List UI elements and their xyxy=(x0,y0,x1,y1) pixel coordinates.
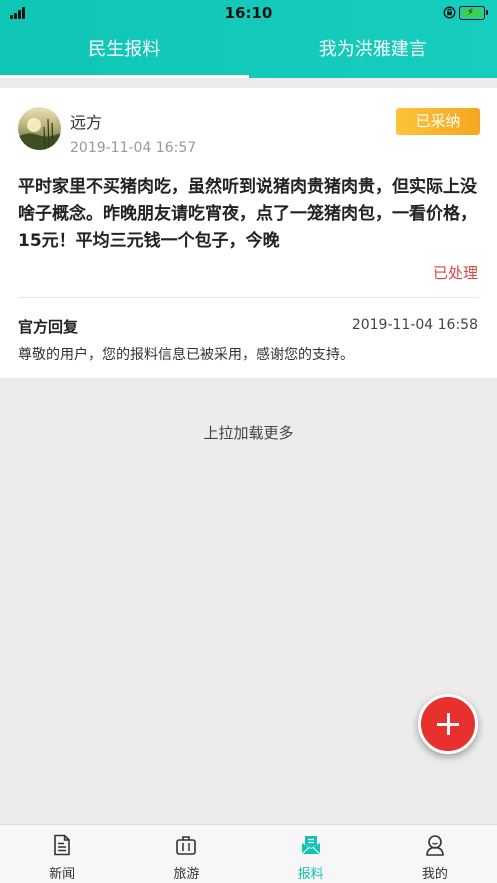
nav-label: 旅游 xyxy=(173,867,200,882)
post-timestamp: 2019-11-04 16:57 xyxy=(70,140,197,156)
reply-timestamp: 2019-11-04 16:58 xyxy=(351,317,478,333)
add-report-button[interactable] xyxy=(418,694,478,754)
nav-item-profile[interactable]: 我的 xyxy=(373,825,497,883)
nav-label: 报料 xyxy=(297,867,324,882)
header-bar: 16:10 ⚡ 民生报料 我为洪雅建言 xyxy=(0,0,497,78)
report-icon xyxy=(301,836,320,855)
battery-icon: ⚡ xyxy=(459,6,488,20)
post-content[interactable]: 平时家里不买猪肉吃，虽然听到说猪肉贵猪肉贵，但实际上没啥子概念。昨晚朋友请吃宵夜… xyxy=(18,174,480,255)
nav-label: 我的 xyxy=(421,867,448,882)
news-icon xyxy=(54,834,70,856)
tab-suggestion[interactable]: 我为洪雅建言 xyxy=(249,28,497,78)
status-bar: 16:10 ⚡ xyxy=(0,0,497,26)
report-card[interactable]: 远方 2019-11-04 16:57 已采纳 平时家里不买猪肉吃，虽然听到说猪… xyxy=(0,88,497,378)
status-time: 16:10 xyxy=(224,4,273,22)
nav-item-news[interactable]: 新闻 xyxy=(0,825,124,883)
suitcase-icon xyxy=(176,836,197,855)
nav-item-report[interactable]: 报料 xyxy=(249,825,373,883)
rotation-lock-icon xyxy=(443,6,456,19)
reply-text: 尊敬的用户，您的报料信息已被采用，感谢您的支持。 xyxy=(18,347,354,363)
reply-title: 官方回复 xyxy=(18,318,79,336)
status-badge: 已采纳 xyxy=(396,108,480,135)
processed-status: 已处理 xyxy=(432,264,478,282)
load-more-hint: 上拉加载更多 xyxy=(203,424,294,442)
profile-icon xyxy=(426,835,444,856)
tab-bar: 民生报料 我为洪雅建言 xyxy=(0,28,497,78)
nav-label: 新闻 xyxy=(49,867,76,882)
nav-item-travel[interactable]: 旅游 xyxy=(124,825,248,883)
user-name: 远方 xyxy=(70,113,103,132)
divider xyxy=(18,297,479,298)
avatar[interactable] xyxy=(18,107,61,150)
tab-report[interactable]: 民生报料 xyxy=(0,28,249,78)
bottom-nav: 新闻 旅游 报料 我的 xyxy=(0,824,497,883)
